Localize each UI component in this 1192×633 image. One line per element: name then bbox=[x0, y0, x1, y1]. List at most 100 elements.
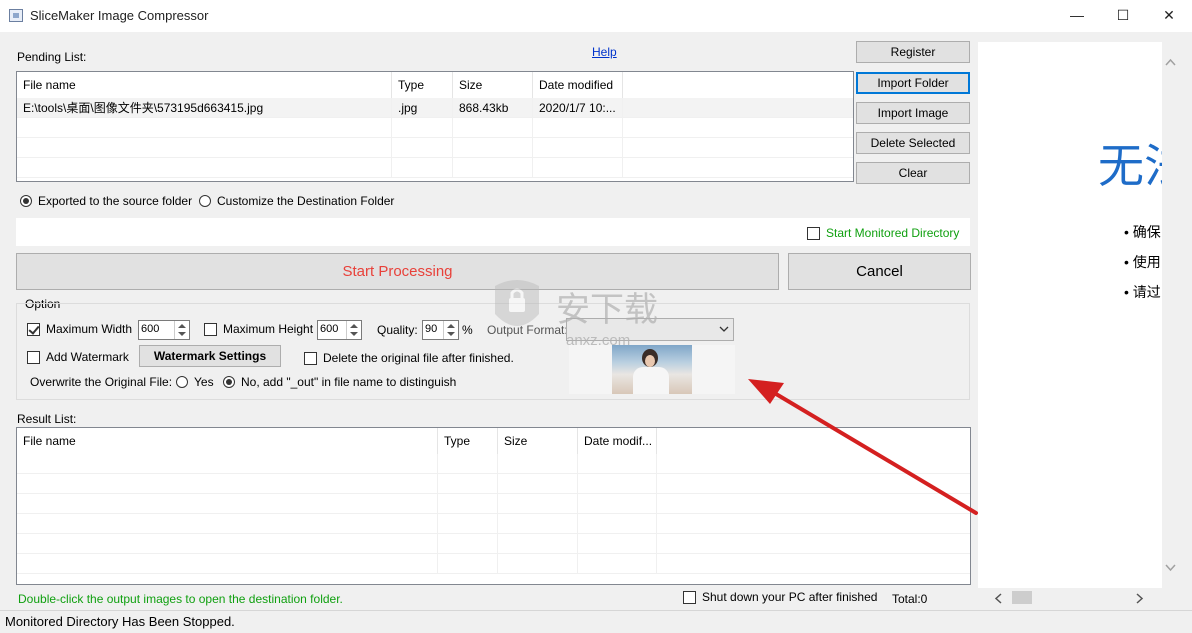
max-width-stepper[interactable]: 600 bbox=[138, 320, 190, 340]
max-width-option[interactable]: Maximum Width bbox=[27, 322, 132, 336]
app-icon bbox=[9, 9, 23, 22]
watermark-settings-button[interactable]: Watermark Settings bbox=[139, 345, 281, 367]
annotation-arrow bbox=[748, 379, 978, 515]
max-height-stepper[interactable]: 600 bbox=[317, 320, 362, 340]
delete-original-checkbox[interactable] bbox=[304, 351, 317, 365]
add-watermark-option[interactable]: Add Watermark bbox=[27, 350, 129, 364]
column-header-size[interactable]: Size bbox=[453, 72, 533, 98]
column-header-type[interactable]: Type bbox=[438, 428, 498, 454]
side-heading: 无法 bbox=[1098, 139, 1162, 193]
add-watermark-checkbox[interactable] bbox=[27, 350, 40, 364]
destination-custom-option[interactable]: Customize the Destination Folder bbox=[199, 194, 394, 208]
help-link[interactable]: Help bbox=[592, 45, 617, 59]
column-header-date-modified[interactable]: Date modified bbox=[533, 72, 623, 98]
cancel-button[interactable]: Cancel bbox=[788, 253, 971, 290]
column-header-size[interactable]: Size bbox=[498, 428, 578, 454]
maximize-button[interactable]: ☐ bbox=[1100, 0, 1146, 30]
scroll-up-icon[interactable] bbox=[1165, 58, 1176, 66]
monitor-checkbox[interactable] bbox=[807, 226, 820, 240]
max-height-checkbox[interactable] bbox=[204, 322, 217, 336]
max-height-label: Maximum Height bbox=[223, 322, 314, 336]
column-header-type[interactable]: Type bbox=[392, 72, 453, 98]
pending-list[interactable]: File name Type Size Date modified E:\too… bbox=[16, 71, 854, 182]
max-width-checkbox[interactable] bbox=[27, 322, 40, 336]
row-type: .jpg bbox=[392, 98, 453, 118]
monitor-label: Start Monitored Directory bbox=[826, 226, 960, 240]
overwrite-yes-option[interactable]: Yes bbox=[176, 375, 214, 389]
start-processing-button[interactable]: Start Processing bbox=[16, 253, 779, 290]
minimize-button[interactable]: — bbox=[1054, 0, 1100, 30]
radio-overwrite-yes[interactable] bbox=[176, 376, 188, 388]
percent-label: % bbox=[462, 323, 473, 337]
scroll-down-icon[interactable] bbox=[1165, 564, 1176, 572]
register-button[interactable]: Register bbox=[856, 41, 970, 63]
pending-list-label: Pending List: bbox=[17, 50, 87, 64]
max-width-value: 600 bbox=[141, 323, 160, 335]
delete-original-label: Delete the original file after finished. bbox=[323, 351, 514, 365]
import-image-button[interactable]: Import Image bbox=[856, 102, 970, 124]
scroll-left-icon[interactable] bbox=[994, 593, 1002, 604]
radio-overwrite-no[interactable] bbox=[223, 376, 235, 388]
title-bar: SliceMaker Image Compressor — ☐ ✕ bbox=[0, 0, 1192, 32]
column-header-file-name[interactable]: File name bbox=[17, 72, 392, 98]
side-bullet-2: • 使用 bbox=[1124, 254, 1161, 270]
import-folder-button[interactable]: Import Folder bbox=[856, 72, 970, 94]
result-list-label: Result List: bbox=[17, 412, 77, 426]
side-bullet-3: • 请过 bbox=[1124, 284, 1161, 300]
maximize-icon: ☐ bbox=[1116, 6, 1130, 23]
side-document[interactable]: 无法 • 确保 • 使用 • 请过 bbox=[978, 42, 1162, 588]
delete-selected-button[interactable]: Delete Selected bbox=[856, 132, 970, 154]
shutdown-option[interactable]: Shut down your PC after finished bbox=[683, 590, 877, 604]
destination-source-option[interactable]: Exported to the source folder bbox=[20, 194, 192, 208]
radio-custom-folder[interactable] bbox=[199, 195, 211, 207]
status-text: Monitored Directory Has Been Stopped. bbox=[5, 614, 235, 629]
stepper-up-icon bbox=[447, 324, 455, 328]
close-button[interactable]: ✕ bbox=[1146, 0, 1192, 30]
site-watermark-text: 安下载 bbox=[556, 290, 658, 330]
shutdown-checkbox[interactable] bbox=[683, 590, 696, 604]
total-count: Total:0 bbox=[892, 592, 928, 606]
pending-list-header: File name Type Size Date modified bbox=[17, 72, 853, 98]
radio-source-folder[interactable] bbox=[20, 195, 32, 207]
column-header-date-modified[interactable]: Date modif... bbox=[578, 428, 657, 454]
table-row-empty bbox=[17, 158, 853, 178]
close-icon: ✕ bbox=[1163, 6, 1175, 23]
side-horizontal-scrollbar[interactable] bbox=[978, 589, 1162, 607]
stepper-down-icon bbox=[178, 332, 186, 336]
clear-button[interactable]: Clear bbox=[856, 162, 970, 184]
minimize-icon: — bbox=[1070, 7, 1084, 23]
shutdown-label: Shut down your PC after finished bbox=[702, 590, 878, 604]
stepper-down-icon bbox=[350, 332, 358, 336]
scroll-thumb[interactable] bbox=[1012, 591, 1032, 604]
custom-folder-label: Customize the Destination Folder bbox=[217, 194, 395, 208]
chevron-down-icon bbox=[719, 326, 729, 332]
row-size: 868.43kb bbox=[453, 98, 533, 118]
quality-stepper[interactable]: 90 bbox=[422, 320, 459, 340]
scroll-right-icon[interactable] bbox=[1136, 593, 1144, 604]
side-bullet-text: 使用 bbox=[1132, 254, 1161, 270]
source-folder-label: Exported to the source folder bbox=[38, 194, 193, 208]
table-row[interactable]: E:\tools\桌面\图像文件夹\573195d663415.jpg .jpg… bbox=[17, 98, 853, 118]
overwrite-no-option[interactable]: No, add "_out" in file name to distingui… bbox=[223, 375, 456, 389]
preview-body bbox=[633, 367, 669, 394]
column-header-file-name[interactable]: File name bbox=[17, 428, 438, 454]
overwrite-label: Overwrite the Original File: bbox=[30, 375, 173, 389]
max-height-value: 600 bbox=[320, 323, 339, 335]
add-watermark-label: Add Watermark bbox=[46, 350, 129, 364]
row-date: 2020/1/7 10:... bbox=[533, 98, 623, 118]
overwrite-yes-label: Yes bbox=[194, 375, 214, 389]
hint-text: Double-click the output images to open t… bbox=[18, 592, 343, 606]
side-bullet-1: • 确保 bbox=[1124, 224, 1161, 240]
monitor-directory-option[interactable]: Start Monitored Directory bbox=[807, 226, 959, 240]
delete-original-option[interactable]: Delete the original file after finished. bbox=[304, 351, 514, 365]
max-width-label: Maximum Width bbox=[46, 322, 133, 336]
quality-value: 90 bbox=[425, 323, 438, 335]
shield-icon bbox=[495, 280, 539, 326]
window-title: SliceMaker Image Compressor bbox=[30, 8, 209, 23]
max-height-option[interactable]: Maximum Height bbox=[204, 322, 313, 336]
site-watermark-domain: anxz.com bbox=[566, 332, 631, 349]
side-vertical-scrollbar[interactable] bbox=[1162, 42, 1179, 588]
stepper-up-icon bbox=[178, 324, 186, 328]
row-file-name: E:\tools\桌面\图像文件夹\573195d663415.jpg bbox=[17, 98, 392, 118]
stepper-up-icon bbox=[350, 324, 358, 328]
